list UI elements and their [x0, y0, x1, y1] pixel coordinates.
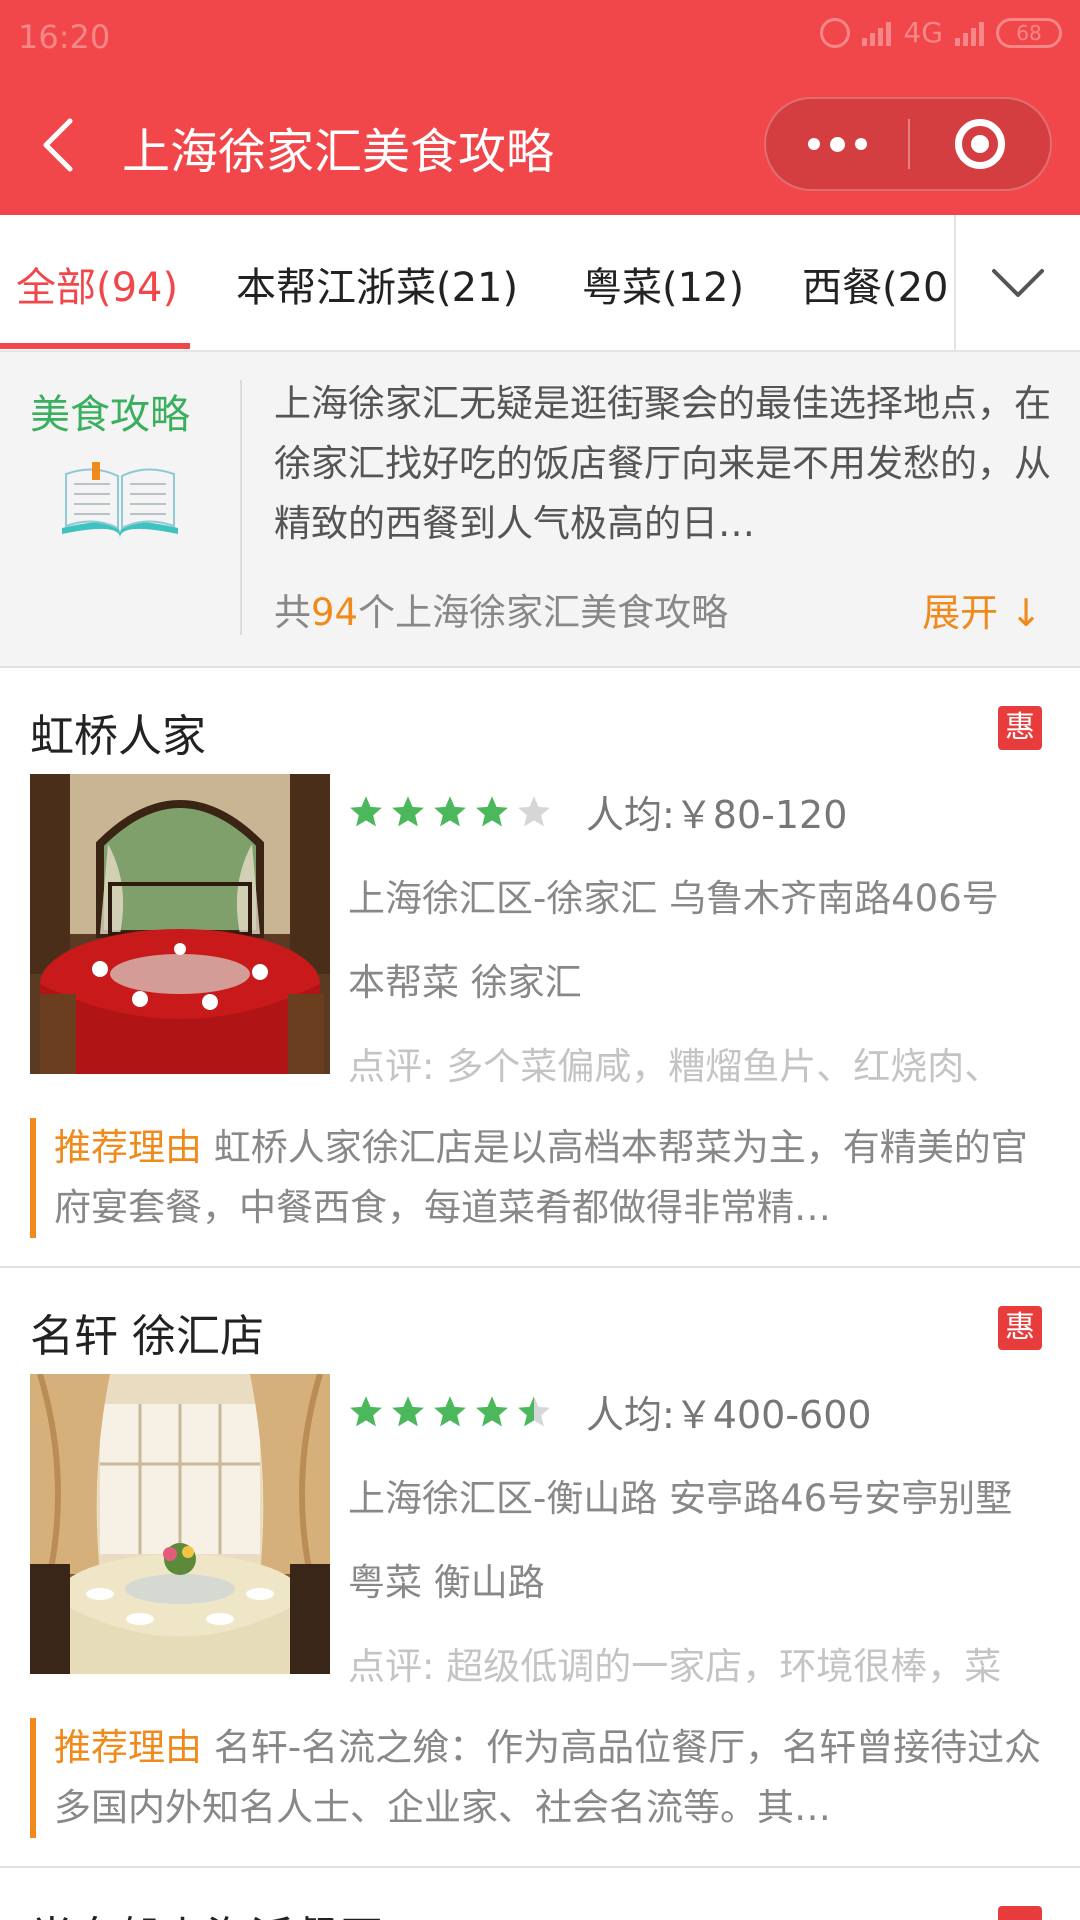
mini-program-capsule: [764, 97, 1052, 191]
network-label: 4G: [903, 16, 943, 49]
tab-all[interactable]: 全部(94): [16, 255, 178, 313]
discount-badge: 惠: [998, 706, 1042, 750]
food-guide-section: 美食攻略 上海徐家汇无疑是逛街聚会的最佳选择地点，在徐家汇找好吃的饭店餐厅向来是…: [0, 352, 1080, 668]
chevron-down-icon: [992, 268, 1044, 297]
restaurant-address: 上海徐汇区-徐家汇 乌鲁木齐南路406号: [348, 877, 999, 920]
alarm-icon: [820, 17, 851, 48]
average-price: 人均:￥80-120: [586, 793, 848, 837]
restaurant-card[interactable]: 虹桥人家 惠 人均:￥80-120 上海徐汇区-徐家汇 乌鲁木齐南路406号 本…: [0, 668, 1080, 1268]
star-full-icon: [476, 796, 508, 827]
more-dot-icon: [807, 138, 820, 150]
guide-count-suffix: 个上海徐家汇美食攻略: [358, 591, 729, 634]
more-menu-button[interactable]: [766, 97, 908, 191]
star-full-icon: [350, 796, 382, 827]
status-indicators: 4G 68: [820, 16, 1062, 49]
recommend-reason-label: 推荐理由: [54, 1126, 202, 1169]
recommend-reason: 推荐理由 名轩-名流之飨：作为高品位餐厅，名轩曾接待过众多国内外知名人士、企业家…: [30, 1718, 1050, 1838]
star-full-icon: [350, 1396, 382, 1427]
tab-western[interactable]: 西餐(20: [802, 255, 949, 313]
tab-benbang[interactable]: 本帮江浙菜(21): [236, 255, 518, 313]
page-title: 上海徐家汇美食攻略: [122, 124, 555, 180]
star-full-icon: [392, 796, 424, 827]
guide-count-prefix: 共: [274, 591, 311, 634]
active-tab-indicator: [0, 343, 190, 349]
category-tabs: 全部(94) 本帮江浙菜(21) 粤菜(12) 西餐(20: [0, 215, 1080, 352]
guide-label: 美食攻略: [30, 392, 190, 438]
restaurant-tags: 粤菜 衡山路: [348, 1561, 545, 1604]
restaurant-photo: [30, 774, 330, 1074]
restaurant-review: 点评: 超级低调的一家店，环境很棒，菜: [348, 1645, 1002, 1688]
more-dot-icon: [854, 138, 867, 150]
guide-count-number: 94: [311, 591, 359, 634]
restaurant-tags: 本帮菜 徐家汇: [348, 961, 582, 1004]
restaurant-address: 上海徐汇区-衡山路 安亭路46号安亭别墅: [348, 1477, 1013, 1520]
header: 16:20 4G 68 上海徐家汇美食攻略: [0, 0, 1080, 215]
restaurant-name: 虹桥人家: [30, 711, 206, 762]
restaurant-name: 名轩 徐汇店: [30, 1311, 264, 1362]
star-full-icon: [434, 1396, 466, 1427]
recommend-reason-text: 名轩-名流之飨：作为高品位餐厅，名轩曾接待过众多国内外知名人士、企业家、社会名流…: [54, 1726, 1042, 1829]
rating-stars: [348, 794, 552, 830]
restaurant-photo: [30, 1374, 330, 1674]
back-icon[interactable]: [36, 115, 82, 175]
restaurant-card[interactable]: 名轩 徐汇店 惠 人均:￥400-600 上海徐汇区-衡山路 安亭路46号安亭别…: [0, 1268, 1080, 1868]
tabs-expand-button[interactable]: [954, 215, 1080, 350]
recommend-reason: 推荐理由 虹桥人家徐汇店是以高档本帮菜为主，有精美的官府宴套餐，中餐西食，每道菜…: [30, 1118, 1050, 1238]
book-icon: [58, 462, 182, 542]
guide-description: 上海徐家汇无疑是逛街聚会的最佳选择地点，在徐家汇找好吃的饭店餐厅向来是不用发愁的…: [274, 382, 1051, 545]
restaurant-card[interactable]: 半岛船上海派餐厅: [0, 1872, 1080, 1920]
signal-icon-2: [955, 20, 984, 46]
battery-icon: 68: [996, 17, 1062, 48]
star-full-icon: [392, 1396, 424, 1427]
discount-badge: [998, 1906, 1042, 1920]
tab-cantonese[interactable]: 粤菜(12): [582, 255, 744, 313]
target-icon: [954, 119, 1005, 169]
guide-expand-button[interactable]: 展开 ↓: [922, 582, 1042, 637]
discount-badge: 惠: [998, 1306, 1042, 1350]
star-half-icon: [518, 1396, 550, 1427]
status-time: 16:20: [18, 18, 111, 56]
more-dot-icon: [829, 136, 845, 152]
rating-stars: [348, 1394, 552, 1430]
status-bar: 16:20 4G 68: [0, 0, 1080, 72]
star-empty-icon: [518, 796, 550, 827]
signal-icon: [862, 20, 892, 46]
guide-count: 共94个上海徐家汇美食攻略: [274, 582, 728, 636]
close-mini-program-button[interactable]: [910, 97, 1050, 191]
restaurant-name: 半岛船上海派餐厅: [30, 1902, 382, 1920]
average-price: 人均:￥400-600: [586, 1393, 872, 1437]
restaurant-review: 点评: 多个菜偏咸，糟熘鱼片、红烧肉、: [348, 1045, 1002, 1088]
star-full-icon: [476, 1396, 508, 1427]
star-full-icon: [434, 796, 466, 827]
guide-divider: [240, 380, 242, 635]
recommend-reason-label: 推荐理由: [54, 1726, 202, 1769]
